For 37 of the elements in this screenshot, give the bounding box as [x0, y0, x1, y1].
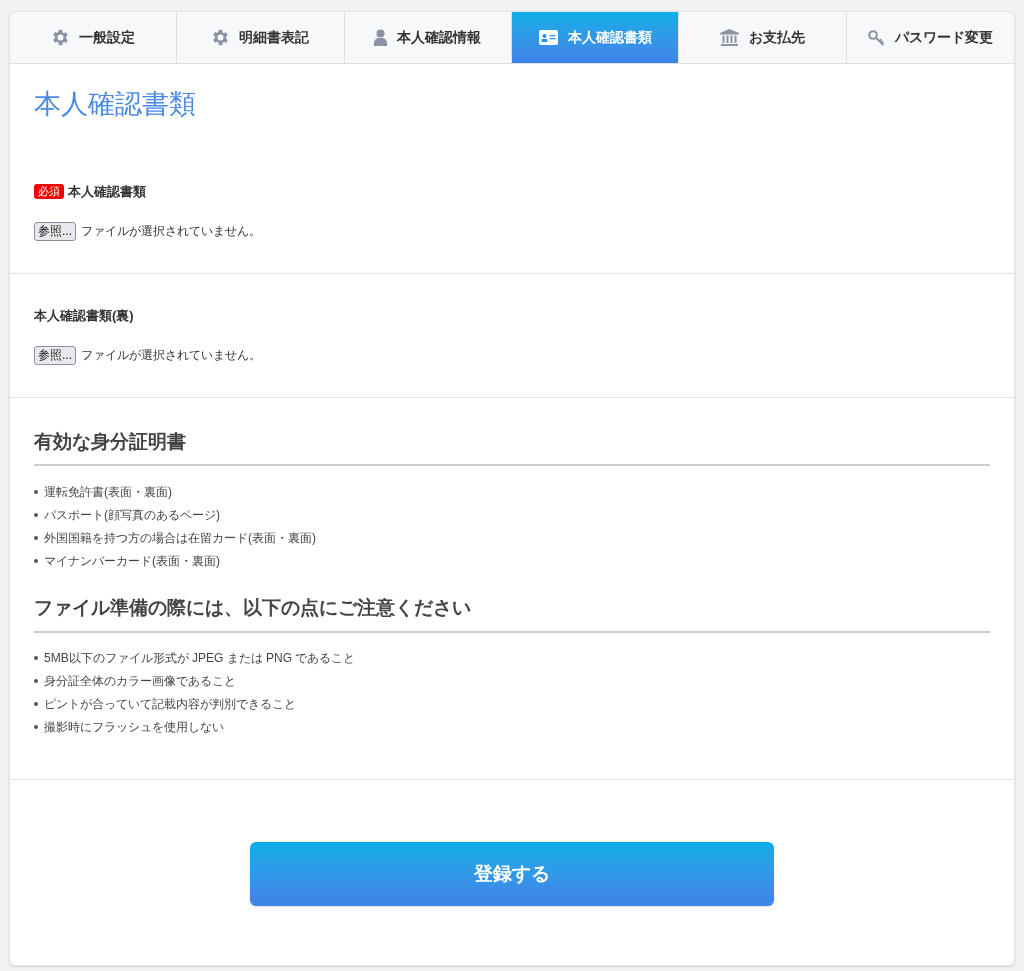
gear-icon: [212, 29, 229, 46]
page-title: 本人確認書類: [34, 88, 197, 121]
list-item: 運転免許書(表面・裏面): [44, 483, 172, 501]
list-item: 5MB以下のファイル形式が JPEG または PNG であること: [44, 650, 356, 668]
field-label: 本人確認書類: [68, 183, 146, 201]
bullet-icon: [34, 512, 38, 517]
key-icon: [867, 29, 885, 46]
id-card-icon: [538, 30, 558, 45]
gear-icon: [51, 29, 69, 46]
tab[interactable]: 明細書表記: [177, 12, 345, 63]
bullet-icon: [34, 489, 38, 494]
field-label: 本人確認書類(裏): [34, 307, 134, 325]
list-item: 外国国籍を持つ方の場合は在留カード(表面・裏面): [44, 529, 316, 547]
required-badge: 必須: [34, 184, 64, 200]
browse-button[interactable]: 参照...: [34, 345, 76, 365]
list-item: マイナンバーカード(表面・裏面): [44, 552, 220, 570]
file-status: ファイルが選択されていません。: [81, 347, 261, 365]
bullet-icon: [34, 535, 38, 540]
list-item: 撮影時にフラッシュを使用しない: [44, 719, 224, 737]
tab[interactable]: 一般設定: [10, 12, 178, 63]
list-item: ピントが合っていて記載内容が判別できること: [44, 696, 296, 714]
bullet-icon: [34, 558, 38, 563]
browse-button[interactable]: 参照...: [34, 221, 76, 241]
bank-icon: [720, 29, 739, 46]
bullet-icon: [34, 702, 38, 707]
section-heading: ファイル準備の際には、以下の点にご注意ください: [34, 594, 990, 633]
tab[interactable]: お支払先: [679, 12, 847, 63]
user-icon: [374, 29, 388, 46]
tab[interactable]: 本人確認情報: [344, 12, 512, 63]
bullet-icon: [34, 656, 38, 661]
list-item: 身分証全体のカラー画像であること: [44, 673, 236, 691]
file-status: ファイルが選択されていません。: [81, 223, 261, 241]
bullet-icon: [34, 679, 38, 684]
bullet-icon: [34, 725, 38, 730]
list-item: パスポート(顔写真のあるページ): [44, 506, 220, 524]
section-heading: 有効な身分証明書: [34, 427, 990, 467]
tab[interactable]: パスワード変更: [846, 12, 1014, 63]
